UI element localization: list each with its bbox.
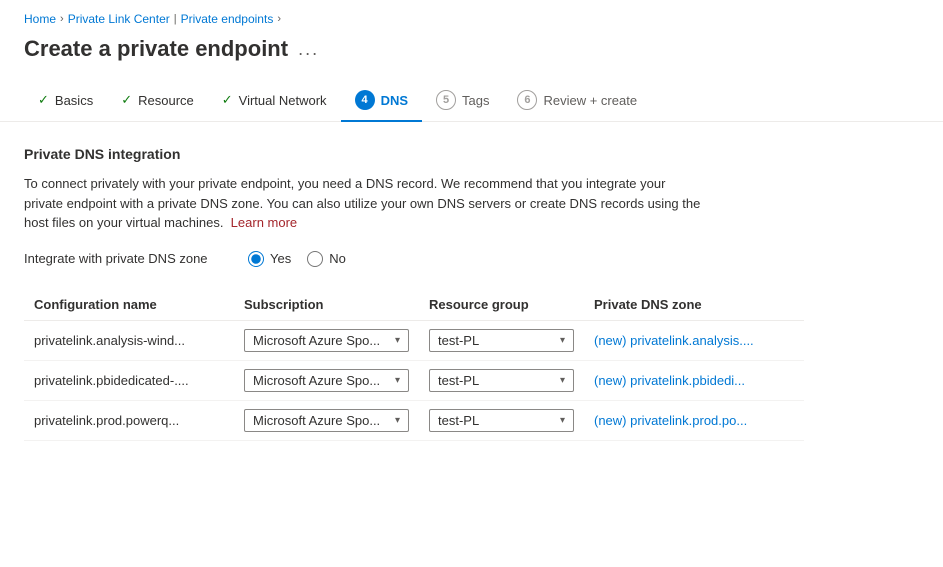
cell-config-name: privatelink.pbidedicated-.... xyxy=(24,360,234,400)
page-title-more-options[interactable]: ... xyxy=(298,39,319,60)
step-basics[interactable]: ✓ Basics xyxy=(24,82,107,120)
breadcrumb-sep-1: › xyxy=(60,13,64,25)
page-title: Create a private endpoint xyxy=(24,36,288,62)
subscription-value: Microsoft Azure Spo... xyxy=(253,373,380,388)
step-dns-circle: 4 xyxy=(355,90,375,110)
table-row: privatelink.pbidedicated-.... Microsoft … xyxy=(24,360,804,400)
breadcrumb-private-link[interactable]: Private Link Center xyxy=(68,12,170,26)
dropdown-arrow-icon: ▾ xyxy=(395,335,400,346)
table-row: privatelink.prod.powerq... Microsoft Azu… xyxy=(24,400,804,440)
dropdown-arrow-icon: ▾ xyxy=(395,375,400,386)
subscription-dropdown[interactable]: Microsoft Azure Spo... ▾ xyxy=(244,409,409,432)
step-vnet-label: Virtual Network xyxy=(239,93,327,108)
subscription-dropdown[interactable]: Microsoft Azure Spo... ▾ xyxy=(244,329,409,352)
table-row: privatelink.analysis-wind... Microsoft A… xyxy=(24,320,804,360)
col-header-dns-zone: Private DNS zone xyxy=(584,289,804,321)
col-header-resource-group: Resource group xyxy=(419,289,584,321)
cell-config-name: privatelink.prod.powerq... xyxy=(24,400,234,440)
step-dns-label: DNS xyxy=(381,93,408,108)
col-header-config: Configuration name xyxy=(24,289,234,321)
radio-group: Yes No xyxy=(248,251,346,267)
cell-dns-zone: (new) privatelink.analysis.... xyxy=(584,320,804,360)
dns-zone-value: (new) privatelink.analysis.... xyxy=(594,333,754,348)
step-tags-circle: 5 xyxy=(436,90,456,110)
step-basics-label: Basics xyxy=(55,93,93,108)
step-tags[interactable]: 5 Tags xyxy=(422,80,503,122)
info-text-content: To connect privately with your private e… xyxy=(24,176,700,230)
step-vnet-check-icon: ✓ xyxy=(222,92,233,108)
step-resource[interactable]: ✓ Resource xyxy=(107,82,208,120)
dns-table: Configuration name Subscription Resource… xyxy=(24,289,804,441)
dropdown-rg-arrow-icon: ▾ xyxy=(560,335,565,346)
breadcrumb: Home › Private Link Center | Private end… xyxy=(0,0,943,32)
radio-no-label: No xyxy=(329,251,346,266)
subscription-value: Microsoft Azure Spo... xyxy=(253,333,380,348)
subscription-value: Microsoft Azure Spo... xyxy=(253,413,380,428)
radio-no-input[interactable] xyxy=(307,251,323,267)
cell-resource-group[interactable]: test-PL ▾ xyxy=(419,400,584,440)
step-review[interactable]: 6 Review + create xyxy=(503,80,651,122)
dropdown-rg-arrow-icon: ▾ xyxy=(560,415,565,426)
resource-group-dropdown[interactable]: test-PL ▾ xyxy=(429,409,574,432)
resource-group-dropdown[interactable]: test-PL ▾ xyxy=(429,329,574,352)
wizard-steps: ✓ Basics ✓ Resource ✓ Virtual Network 4 … xyxy=(0,80,943,122)
section-title: Private DNS integration xyxy=(24,146,919,162)
cell-resource-group[interactable]: test-PL ▾ xyxy=(419,320,584,360)
cell-subscription[interactable]: Microsoft Azure Spo... ▾ xyxy=(234,400,419,440)
breadcrumb-private-endpoints[interactable]: Private endpoints xyxy=(181,12,274,26)
step-review-label: Review + create xyxy=(543,93,637,108)
integrate-label: Integrate with private DNS zone xyxy=(24,251,224,266)
dns-zone-value: (new) privatelink.pbidedi... xyxy=(594,373,745,388)
resource-group-value: test-PL xyxy=(438,373,479,388)
breadcrumb-divider: | xyxy=(174,13,177,25)
step-review-circle: 6 xyxy=(517,90,537,110)
dropdown-arrow-icon: ▾ xyxy=(395,415,400,426)
step-dns[interactable]: 4 DNS xyxy=(341,80,422,122)
integrate-row: Integrate with private DNS zone Yes No xyxy=(24,251,919,267)
resource-group-dropdown[interactable]: test-PL ▾ xyxy=(429,369,574,392)
learn-more-link[interactable]: Learn more xyxy=(231,215,297,230)
dns-zone-value: (new) privatelink.prod.po... xyxy=(594,413,747,428)
step-resource-check-icon: ✓ xyxy=(121,92,132,108)
radio-yes-option[interactable]: Yes xyxy=(248,251,291,267)
info-description: To connect privately with your private e… xyxy=(24,174,704,233)
radio-yes-input[interactable] xyxy=(248,251,264,267)
cell-dns-zone: (new) privatelink.pbidedi... xyxy=(584,360,804,400)
radio-no-option[interactable]: No xyxy=(307,251,346,267)
breadcrumb-sep-2: › xyxy=(277,13,281,25)
step-basics-check-icon: ✓ xyxy=(38,92,49,108)
resource-group-value: test-PL xyxy=(438,333,479,348)
step-resource-label: Resource xyxy=(138,93,194,108)
cell-subscription[interactable]: Microsoft Azure Spo... ▾ xyxy=(234,360,419,400)
col-header-subscription: Subscription xyxy=(234,289,419,321)
subscription-dropdown[interactable]: Microsoft Azure Spo... ▾ xyxy=(244,369,409,392)
step-tags-label: Tags xyxy=(462,93,489,108)
radio-yes-label: Yes xyxy=(270,251,291,266)
cell-subscription[interactable]: Microsoft Azure Spo... ▾ xyxy=(234,320,419,360)
cell-resource-group[interactable]: test-PL ▾ xyxy=(419,360,584,400)
resource-group-value: test-PL xyxy=(438,413,479,428)
cell-dns-zone: (new) privatelink.prod.po... xyxy=(584,400,804,440)
step-virtual-network[interactable]: ✓ Virtual Network xyxy=(208,82,341,120)
main-content: Private DNS integration To connect priva… xyxy=(0,146,943,441)
cell-config-name: privatelink.analysis-wind... xyxy=(24,320,234,360)
dropdown-rg-arrow-icon: ▾ xyxy=(560,375,565,386)
breadcrumb-home[interactable]: Home xyxy=(24,12,56,26)
